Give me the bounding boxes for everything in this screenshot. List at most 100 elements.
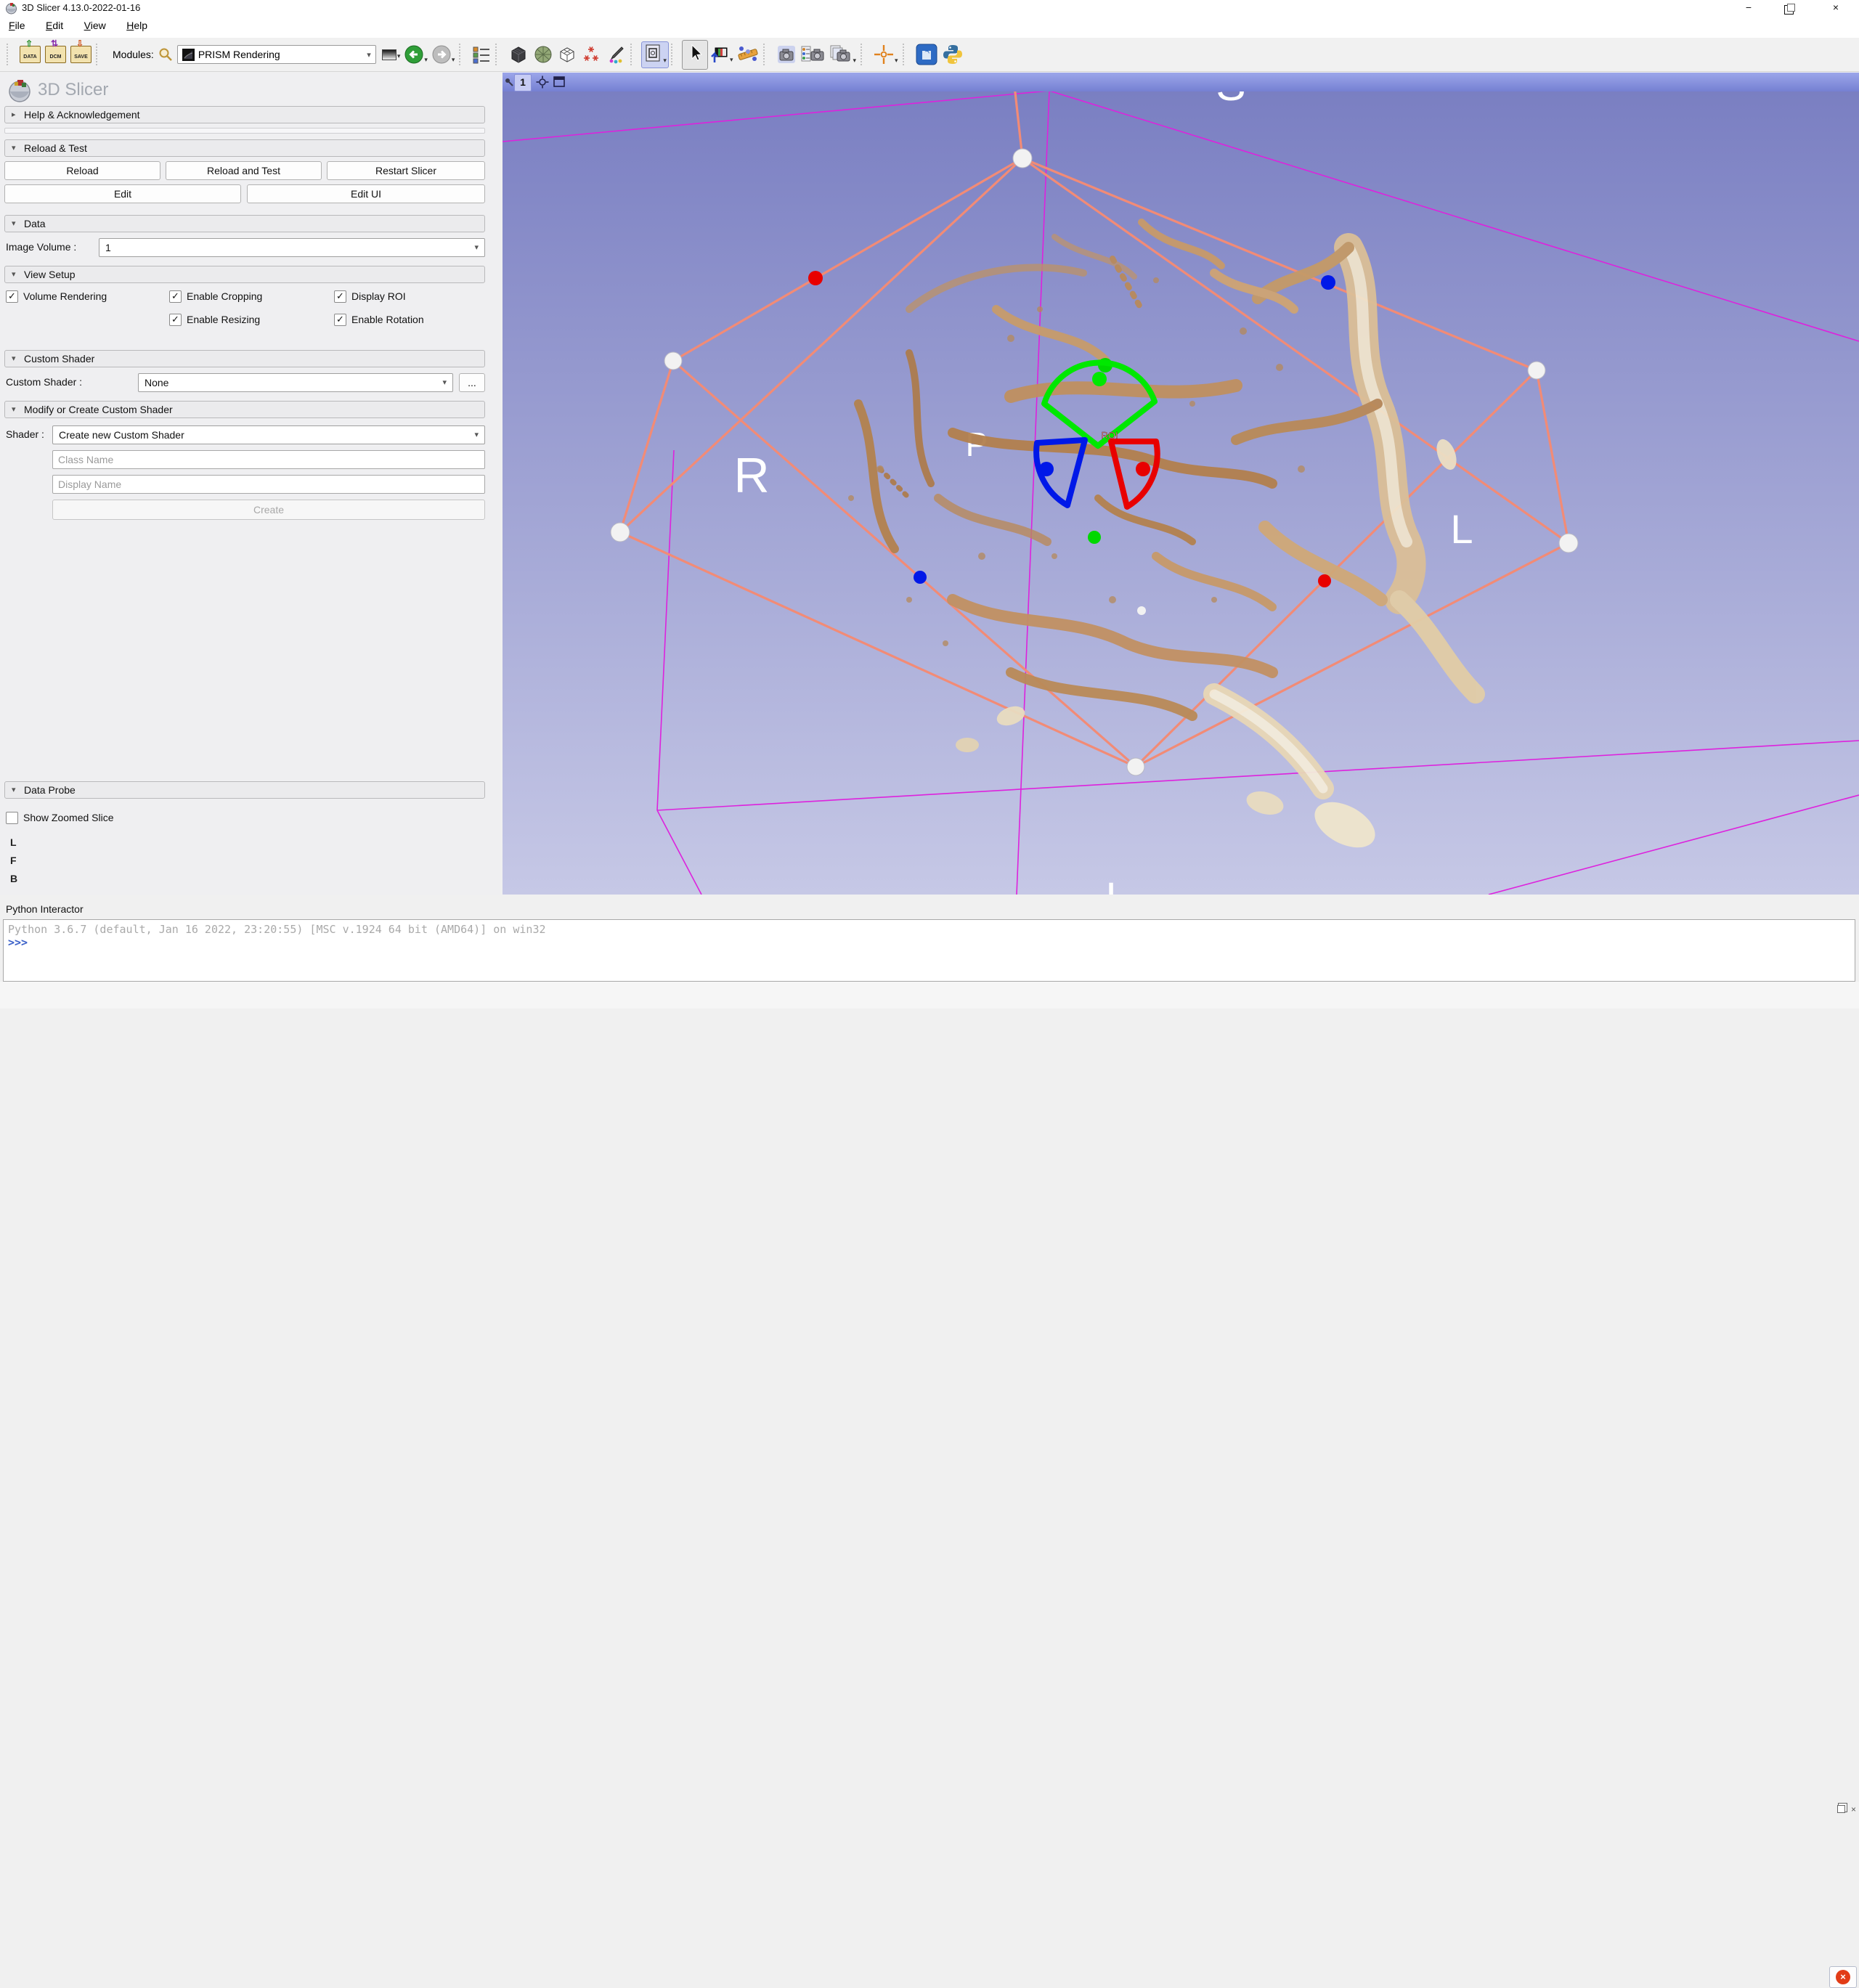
roi-handle-upper-left[interactable] (664, 352, 682, 370)
probe-layer-b: B (10, 873, 17, 884)
menu-edit[interactable]: Edit (38, 16, 70, 35)
enable-cropping-checkbox[interactable]: ✓ Enable Cropping (169, 289, 262, 304)
create-shader-button[interactable]: Create (52, 500, 485, 520)
surface-models-button[interactable] (533, 44, 553, 65)
python-console-button[interactable] (942, 44, 964, 65)
pin-icon[interactable] (505, 78, 513, 86)
enable-rotation-checkbox[interactable]: ✓ Enable Rotation (334, 312, 424, 327)
section-custom-shader[interactable]: ▾ Custom Shader (4, 350, 485, 367)
shader-combobox[interactable]: Create new Custom Shader ▾ (52, 425, 485, 444)
roi-face-handle-blue-2[interactable] (914, 571, 927, 584)
section-view-setup[interactable]: ▾ View Setup (4, 266, 485, 283)
section-data[interactable]: ▾ Data (4, 215, 485, 232)
minimize-button[interactable]: − (1732, 0, 1765, 16)
paintbrush-icon (606, 44, 626, 65)
restore-icon (1787, 4, 1795, 12)
camera-layers-icon (829, 44, 852, 65)
view-controls-icon[interactable] (536, 76, 549, 89)
maximize-view-icon[interactable] (553, 76, 565, 87)
volume-bounds-wireframe (503, 91, 1859, 895)
threed-viewport[interactable]: S R P L I (503, 91, 1859, 895)
chevron-down-icon: ▾ (12, 216, 16, 232)
enable-resizing-checkbox[interactable]: ✓ Enable Resizing (169, 312, 260, 327)
camera-tree-icon (801, 44, 824, 65)
roi-handle-lower-left[interactable] (611, 523, 630, 542)
custom-shader-more-button[interactable]: ... (459, 373, 485, 392)
show-zoomed-slice-checkbox[interactable]: Show Zoomed Slice (6, 810, 114, 825)
restart-slicer-button[interactable]: Restart Slicer (327, 161, 485, 180)
close-panel-icon[interactable]: × (1849, 1805, 1858, 1814)
screenshot-button[interactable]: ▾ (641, 41, 669, 68)
volume-rendering-checkbox[interactable]: ✓ Volume Rendering (6, 289, 107, 304)
float-panel-icon[interactable] (1836, 1805, 1846, 1814)
menu-view[interactable]: View (77, 16, 113, 35)
threed-view[interactable]: 1 (503, 73, 1859, 895)
place-markup-button[interactable]: ▾ (710, 45, 733, 64)
orientation-letters: S R P L I (733, 91, 1473, 895)
roi-center-handle[interactable] (1137, 606, 1146, 615)
dicom-icon: ⇅DCM (45, 46, 66, 63)
crosshair-button[interactable]: ▾ (874, 44, 898, 65)
python-icon (942, 44, 964, 65)
toolbar-drag-handle[interactable] (7, 44, 14, 65)
reload-button[interactable]: Reload (4, 161, 160, 180)
reload-and-test-button[interactable]: Reload and Test (166, 161, 322, 180)
load-dicom-button[interactable]: ⇅DCM (45, 46, 66, 63)
fiducials-button[interactable] (581, 44, 601, 65)
menu-help[interactable]: Help (119, 16, 155, 35)
roi-handle-upper-right[interactable] (1528, 362, 1545, 379)
section-help-acknowledgement[interactable]: ▸ Help & Acknowledgement (4, 106, 485, 123)
error-log-button[interactable]: × (1829, 1966, 1857, 1988)
close-button[interactable]: × (1819, 0, 1852, 16)
roi-face-handle-blue-1[interactable] (1321, 275, 1335, 290)
roi-handle-lower-right[interactable] (1559, 534, 1578, 553)
section-modify-custom-shader[interactable]: ▾ Modify or Create Custom Shader (4, 401, 485, 418)
volume-rendering-button[interactable] (508, 44, 529, 65)
segment-editor-button[interactable] (606, 44, 626, 65)
layout-selector-button[interactable] (472, 45, 491, 64)
roi-handle-bottom[interactable] (1127, 758, 1144, 775)
custom-shader-combobox[interactable]: None ▾ (138, 373, 453, 392)
display-roi-checkbox[interactable]: ✓ Display ROI (334, 289, 406, 304)
edit-ui-button[interactable]: Edit UI (247, 184, 485, 203)
transforms-button[interactable] (558, 45, 577, 64)
orientation-s: S (1216, 91, 1245, 110)
mouse-interaction-mode-button[interactable] (682, 40, 708, 70)
module-forward-button[interactable]: ▾ (432, 45, 455, 64)
chevron-down-icon: ▾ (474, 426, 479, 444)
module-selector[interactable]: PRISM Rendering ▾ (177, 45, 376, 64)
module-search-icon[interactable] (158, 47, 173, 62)
extensions-manager-button[interactable] (916, 44, 937, 65)
measurements-button[interactable] (737, 44, 759, 65)
chevron-down-icon: ▾ (12, 140, 16, 156)
orientation-i: I (1105, 874, 1117, 895)
capture-sequence-button[interactable] (801, 44, 824, 65)
threed-view-titlebar[interactable]: 1 (503, 73, 1859, 92)
roi-face-handle-green-2[interactable] (1088, 531, 1101, 544)
roi-face-handle-red-2[interactable] (1318, 574, 1331, 587)
menu-file[interactable]: File (1, 16, 33, 35)
module-back-button[interactable]: ▾ (404, 45, 428, 64)
save-button[interactable]: ⇩SAVE (70, 46, 91, 63)
shader-label: Shader : (6, 428, 44, 440)
image-volume-combobox[interactable]: 1 ▾ (99, 238, 485, 257)
section-data-probe[interactable]: ▾ Data Probe (4, 781, 485, 799)
python-console[interactable]: Python 3.6.7 (default, Jan 16 2022, 23:2… (3, 919, 1855, 982)
window-title: 3D Slicer 4.13.0-2022-01-16 (22, 2, 140, 13)
forward-icon (432, 45, 451, 64)
display-name-input[interactable] (52, 475, 485, 494)
edit-button[interactable]: Edit (4, 184, 241, 203)
view-label[interactable]: 1 (514, 74, 532, 91)
capture-layers-button[interactable]: ▾ (829, 44, 856, 65)
load-data-button[interactable]: ⇧DATA (20, 46, 41, 63)
checkbox-mark: ✓ (169, 314, 182, 326)
roi-face-handle-red-1[interactable] (808, 271, 823, 285)
capture-view-button[interactable] (776, 44, 797, 65)
class-name-input[interactable] (52, 450, 485, 469)
menu-bar: File Edit View Help (0, 16, 1859, 38)
module-history-button[interactable]: ▾ (382, 49, 401, 60)
maximize-button[interactable] (1774, 0, 1807, 16)
roi-handle-top[interactable] (1013, 149, 1032, 168)
section-reload-test[interactable]: ▾ Reload & Test (4, 139, 485, 157)
probe-layer-f: F (10, 855, 17, 866)
